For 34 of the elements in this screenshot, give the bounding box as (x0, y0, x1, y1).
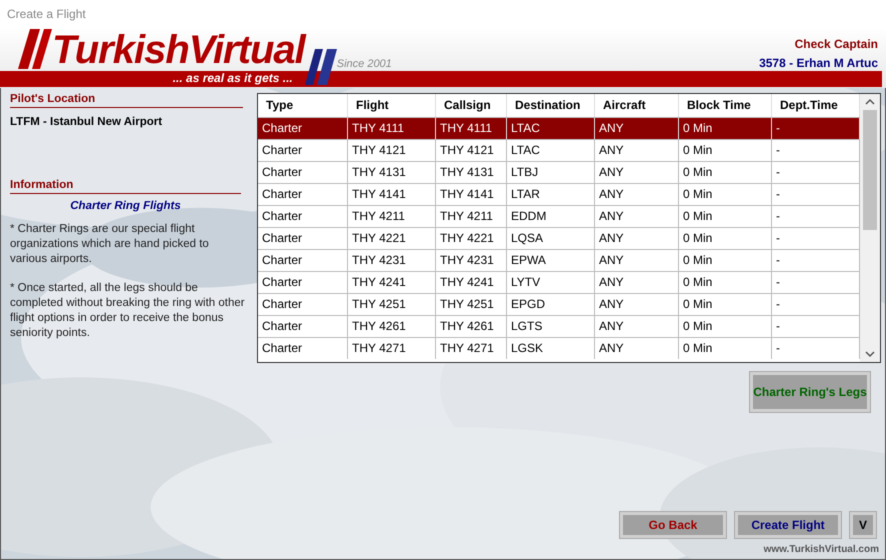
pilot-name: 3578 - Erhan M Artuc (759, 55, 878, 72)
website-text: www.TurkishVirtual.com (764, 543, 879, 557)
table-row[interactable]: Charter THY 4271 THY 4271 LGSK ANY 0 Min - (258, 337, 860, 359)
table-cell: THY 4271 (436, 338, 507, 359)
since-label: Since 2001 (336, 57, 392, 72)
pilot-rank: Check Captain (794, 36, 878, 53)
window-title: Create a Flight (7, 6, 86, 22)
section-heading: Pilot's Location (10, 92, 243, 108)
action-button[interactable]: V (850, 512, 876, 538)
table-row[interactable]: Charter THY 4111 THY 4111 LTAC ANY 0 Min - (258, 117, 860, 139)
logo-text: TurkishVirtual (52, 29, 305, 71)
table-cell: Charter (258, 338, 348, 359)
action-button[interactable]: Create Flight (735, 512, 841, 538)
table-row[interactable]: Charter THY 4141 THY 4141 LTAR ANY 0 Min - (258, 183, 860, 205)
table-row[interactable]: Charter THY 4221 THY 4221 LQSA ANY 0 Min - (258, 227, 860, 249)
table-cell: 0 Min (679, 338, 772, 359)
table-cell: THY 4271 (348, 338, 436, 359)
location-value: LTFM - Istanbul New Airport (10, 115, 164, 130)
table-row[interactable]: Charter THY 4251 THY 4251 EPGD ANY 0 Min - (258, 293, 860, 315)
table-cell: LGSK (507, 338, 595, 359)
info-paragraph: * Once started, all the legs should be completed without breaking the ring with other flight options in order to receive the bonus seniority points. (10, 280, 246, 340)
section-heading: Information (10, 178, 241, 194)
table-row[interactable]: Charter THY 4121 THY 4121 LTAC ANY 0 Min - (258, 139, 860, 161)
table-cell: ANY (595, 338, 679, 359)
table-row[interactable]: Charter THY 4241 THY 4241 LYTV ANY 0 Min - (258, 271, 860, 293)
stripes-icon (304, 49, 337, 85)
table-row[interactable]: Charter THY 4131 THY 4131 LTBJ ANY 0 Min - (258, 161, 860, 183)
table-row[interactable]: Charter THY 4231 THY 4231 EPWA ANY 0 Min - (258, 249, 860, 271)
scrollbar[interactable] (860, 94, 880, 362)
slogan: ... as real as it gets ... (172, 71, 294, 85)
info-title: Charter Ring Flights (69, 199, 182, 214)
info-paragraph: * Charter Rings are our special flight organizations which are hand picked to various airports. (10, 222, 210, 266)
table-row[interactable]: Charter THY 4211 THY 4211 EDDM ANY 0 Min - (258, 205, 860, 227)
table-row[interactable]: Charter THY 4261 THY 4261 LGTS ANY 0 Min - (258, 315, 860, 337)
